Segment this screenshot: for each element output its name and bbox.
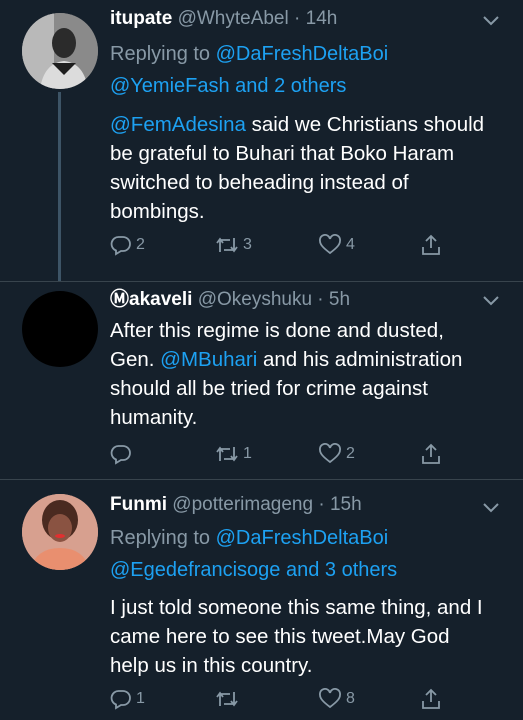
reply-count: 1	[136, 690, 145, 707]
handle[interactable]: @WhyteAbel	[178, 8, 289, 29]
like-icon	[319, 443, 341, 464]
handle[interactable]: @potterimageng	[172, 494, 313, 515]
avatar[interactable]	[22, 494, 98, 570]
timestamp[interactable]: 5h	[329, 289, 350, 310]
avatar[interactable]	[22, 13, 98, 89]
like-button[interactable]: 8	[318, 686, 355, 712]
tweet[interactable]: Ⓜakaveli @Okeyshuku · 5h After this regi…	[0, 282, 523, 479]
retweet-icon	[216, 446, 238, 462]
mention-link[interactable]: @YemieFash and 2 others	[110, 75, 346, 97]
like-button[interactable]: 2	[318, 441, 355, 467]
avatar[interactable]	[22, 291, 98, 367]
retweet-button[interactable]: 3	[215, 232, 252, 258]
tweet-text: After this regime is done and dusted, Ge…	[110, 316, 493, 432]
mention-link[interactable]: @MBuhari	[160, 348, 257, 371]
reply-icon	[110, 690, 131, 710]
reply-button[interactable]: 1	[110, 686, 145, 712]
handle[interactable]: @Okeyshuku	[198, 289, 312, 310]
mention-link[interactable]: @Egedefrancisoge and 3 others	[110, 559, 397, 581]
like-button[interactable]: 4	[318, 232, 355, 258]
share-icon	[422, 234, 440, 255]
like-count: 2	[346, 445, 355, 462]
replying-to: Replying to @DaFreshDeltaBoi	[110, 40, 493, 69]
chevron-down-icon[interactable]	[483, 16, 499, 26]
share-icon	[422, 443, 440, 464]
mention-link[interactable]: @DaFreshDeltaBoi	[216, 527, 389, 549]
tweet-header: Ⓜakaveli @Okeyshuku · 5h	[110, 287, 483, 313]
reply-button[interactable]: 2	[110, 232, 145, 258]
share-button[interactable]	[420, 232, 442, 258]
replying-to-others: @YemieFash and 2 others	[110, 72, 493, 101]
share-button[interactable]	[420, 686, 442, 712]
like-count: 8	[346, 690, 355, 707]
separator: ·	[312, 289, 329, 310]
replying-prefix: Replying to	[110, 43, 216, 65]
share-button[interactable]	[420, 441, 442, 467]
replying-to: Replying to @DaFreshDeltaBoi	[110, 524, 493, 553]
tweet-actions: 1 8	[0, 686, 523, 712]
mention-link[interactable]: @DaFreshDeltaBoi	[216, 43, 389, 65]
display-name[interactable]: itupate	[110, 8, 172, 29]
tweet-text: I just told someone this same thing, and…	[110, 596, 483, 677]
retweet-icon	[216, 237, 238, 253]
reply-count: 2	[136, 236, 145, 253]
tweet-actions: 1 2	[0, 441, 523, 467]
timestamp[interactable]: 14h	[306, 8, 338, 29]
display-name[interactable]: Funmi	[110, 494, 167, 515]
chevron-down-icon[interactable]	[483, 503, 499, 513]
retweet-button[interactable]: 1	[215, 441, 252, 467]
retweet-icon	[216, 691, 238, 707]
replying-to-others: @Egedefrancisoge and 3 others	[110, 556, 493, 585]
separator: ·	[313, 494, 330, 515]
tweet-header: itupate @WhyteAbel · 14h	[110, 6, 483, 32]
tweet[interactable]: itupate @WhyteAbel · 14h Replying to @Da…	[0, 0, 523, 282]
like-count: 4	[346, 236, 355, 253]
display-name[interactable]: Ⓜakaveli	[110, 289, 192, 310]
tweet[interactable]: Funmi @potterimageng · 15h Replying to @…	[0, 480, 523, 720]
retweet-button[interactable]	[215, 686, 243, 712]
timestamp[interactable]: 15h	[330, 494, 362, 515]
like-icon	[319, 688, 341, 709]
reply-icon	[110, 236, 131, 256]
like-icon	[319, 234, 341, 255]
tweet-header: Funmi @potterimageng · 15h	[110, 492, 483, 518]
chevron-down-icon[interactable]	[483, 296, 499, 306]
share-icon	[422, 688, 440, 709]
retweet-count: 1	[243, 445, 252, 462]
replying-prefix: Replying to	[110, 527, 216, 549]
separator: ·	[288, 8, 306, 29]
reply-button[interactable]	[110, 441, 136, 467]
reply-icon	[110, 445, 131, 465]
tweet-text: @FemAdesina said we Christians should be…	[110, 110, 493, 226]
tweet-actions: 2 3 4	[0, 232, 523, 258]
mention-link[interactable]: @FemAdesina	[110, 113, 246, 136]
retweet-count: 3	[243, 236, 252, 253]
